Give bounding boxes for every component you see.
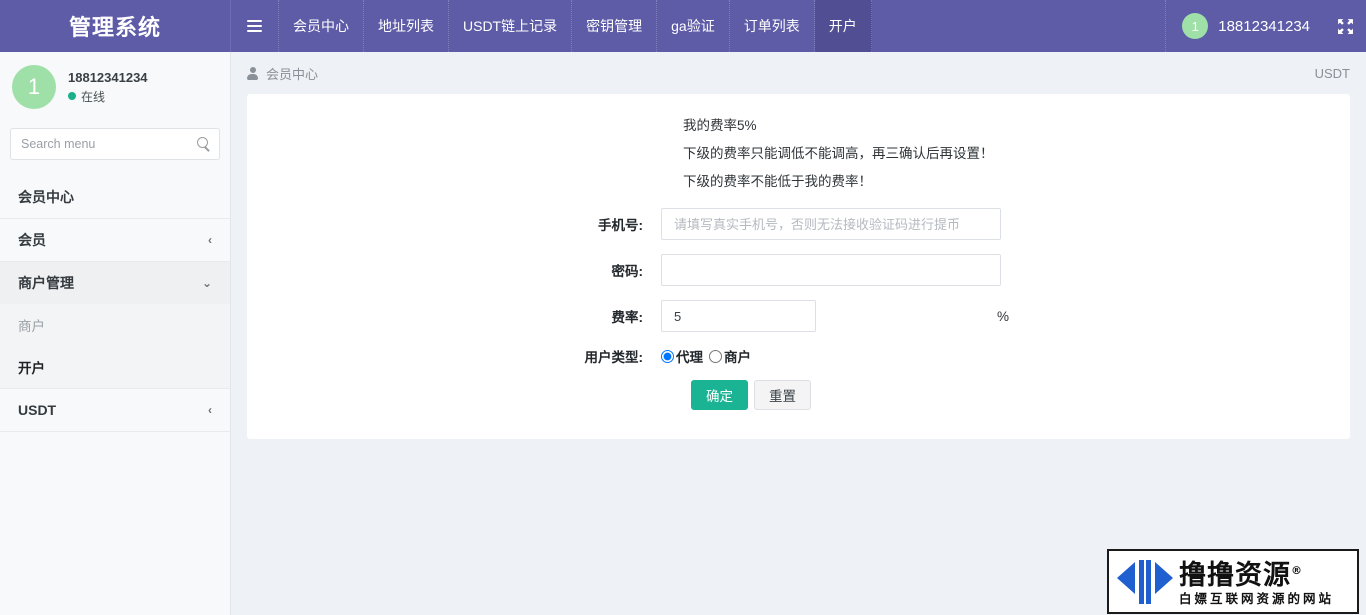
- notice-my-rate: 我的费率5%: [683, 118, 757, 133]
- radio-option-merchant[interactable]: 商户: [709, 346, 751, 366]
- watermark-title-text: 撸撸资源: [1179, 560, 1291, 591]
- breadcrumb-bar: 会员中心 USDT: [231, 52, 1366, 94]
- sidebar-status: 在线: [68, 88, 148, 105]
- sidebar: 1 18812341234 在线 会员中心 会员 ‹ 商户管理 ⌄ 商户: [0, 52, 231, 615]
- avatar: 1: [1182, 13, 1209, 39]
- menu-divider: [0, 431, 230, 432]
- notice-rate-rule: 下级的费率只能调低不能调高，再三确认后再设置！: [683, 146, 994, 161]
- account-username: 18812341234: [1218, 17, 1310, 35]
- user-icon: [247, 66, 258, 80]
- breadcrumb: 会员中心: [247, 64, 318, 83]
- sidebar-toggle-button[interactable]: [231, 0, 279, 52]
- sidebar-status-label: 在线: [81, 89, 106, 104]
- form-row-rate: 费率: %: [247, 300, 1350, 332]
- form-row-password: 密码:: [247, 254, 1350, 286]
- hamburger-icon: [247, 17, 262, 35]
- radio-merchant-input[interactable]: [709, 349, 722, 363]
- sidebar-item-label: 商户管理: [18, 274, 74, 291]
- nav-item-key-management[interactable]: 密钥管理: [572, 0, 658, 52]
- phone-label: 手机号:: [598, 218, 643, 233]
- chevron-left-icon: ‹: [208, 402, 212, 417]
- main-content: 会员中心 USDT 我的费率5% 下级的费率只能调低不能调高，再三确认后再设置！…: [231, 52, 1366, 615]
- nav-item-address-list[interactable]: 地址列表: [364, 0, 449, 52]
- rate-input[interactable]: [661, 300, 816, 332]
- notice-rate-min: 下级的费率不能低于我的费率！: [683, 174, 872, 189]
- account-menu[interactable]: 1 18812341234: [1165, 0, 1324, 52]
- nav-item-ga-verify[interactable]: ga验证: [657, 0, 730, 52]
- sidebar-avatar: 1: [12, 65, 56, 109]
- open-account-panel: 我的费率5% 下级的费率只能调低不能调高，再三确认后再设置！ 下级的费率不能低于…: [247, 94, 1350, 439]
- usertype-radio-group: 代理 商户: [661, 346, 751, 366]
- breadcrumb-right-label: USDT: [1314, 65, 1350, 81]
- fullscreen-icon[interactable]: [1324, 0, 1366, 52]
- sidebar-menu: 会员中心 会员 ‹ 商户管理 ⌄ 商户 开户 USDT ‹: [0, 176, 230, 432]
- open-account-form: 手机号: 密码: 费率: % 用户类型: 代理: [247, 208, 1350, 410]
- radio-agent-input[interactable]: [661, 349, 674, 363]
- app-brand-title: 管理系统: [0, 0, 231, 52]
- sidebar-profile: 1 18812341234 在线: [0, 52, 230, 122]
- watermark-mark-icon: [1117, 559, 1173, 604]
- sidebar-item-merchant-management[interactable]: 商户管理 ⌄: [0, 262, 230, 304]
- password-label: 密码:: [611, 264, 644, 279]
- sidebar-search[interactable]: [10, 128, 220, 160]
- chevron-down-icon: ⌄: [201, 275, 212, 290]
- phone-input[interactable]: [661, 208, 1001, 240]
- watermark-title: 撸撸资源®: [1179, 556, 1334, 591]
- nav-item-usdt-chain-records[interactable]: USDT链上记录: [449, 0, 573, 52]
- online-dot-icon: [68, 92, 76, 100]
- sidebar-submenu-merchant: 商户 开户: [0, 304, 230, 388]
- sidebar-identity: 18812341234 在线: [68, 70, 148, 105]
- nav-item-member-center[interactable]: 会员中心: [279, 0, 364, 52]
- top-nav-items: 会员中心 地址列表 USDT链上记录 密钥管理 ga验证 订单列表 开户: [231, 0, 1165, 52]
- password-input[interactable]: [661, 254, 1001, 286]
- top-navigation-bar: 管理系统 会员中心 地址列表 USDT链上记录 密钥管理 ga验证 订单列表 开…: [0, 0, 1366, 52]
- top-nav-right: 1 18812341234: [1165, 0, 1366, 52]
- nav-item-open-account[interactable]: 开户: [814, 0, 872, 52]
- watermark-logo: 撸撸资源® 白嫖互联网资源的网站: [1107, 549, 1359, 614]
- radio-merchant-label: 商户: [724, 350, 751, 365]
- sidebar-item-label: USDT: [18, 401, 57, 418]
- rate-label: 费率:: [611, 310, 644, 325]
- sidebar-item-member-center[interactable]: 会员中心: [0, 176, 230, 218]
- search-icon: [197, 137, 211, 151]
- form-row-usertype: 用户类型: 代理 商户: [247, 346, 1350, 366]
- sidebar-item-usdt[interactable]: USDT ‹: [0, 389, 230, 431]
- reset-button[interactable]: 重置: [754, 380, 811, 410]
- usertype-label: 用户类型:: [584, 350, 644, 365]
- radio-option-agent[interactable]: 代理: [661, 346, 703, 366]
- chevron-left-icon: ‹: [208, 232, 212, 247]
- watermark-text: 撸撸资源® 白嫖互联网资源的网站: [1179, 556, 1334, 607]
- search-input[interactable]: [21, 137, 197, 151]
- submit-button[interactable]: 确定: [691, 380, 748, 410]
- sidebar-item-label: 会员: [18, 231, 46, 248]
- form-actions: 确定 重置: [247, 380, 1350, 410]
- sidebar-subitem-open-account[interactable]: 开户: [0, 346, 230, 388]
- sidebar-item-member[interactable]: 会员 ‹: [0, 219, 230, 261]
- radio-agent-label: 代理: [676, 350, 703, 365]
- nav-item-order-list[interactable]: 订单列表: [730, 0, 815, 52]
- rate-percent-suffix: %: [997, 308, 1010, 324]
- form-row-phone: 手机号:: [247, 208, 1350, 240]
- notice-block: 我的费率5% 下级的费率只能调低不能调高，再三确认后再设置！ 下级的费率不能低于…: [247, 112, 1350, 196]
- sidebar-subitem-merchant[interactable]: 商户: [0, 304, 230, 346]
- watermark-registered-mark: ®: [1291, 564, 1303, 577]
- breadcrumb-label: 会员中心: [266, 66, 319, 82]
- sidebar-username: 18812341234: [68, 69, 148, 85]
- sidebar-item-label: 会员中心: [18, 188, 74, 205]
- watermark-subtitle: 白嫖互联网资源的网站: [1179, 591, 1335, 606]
